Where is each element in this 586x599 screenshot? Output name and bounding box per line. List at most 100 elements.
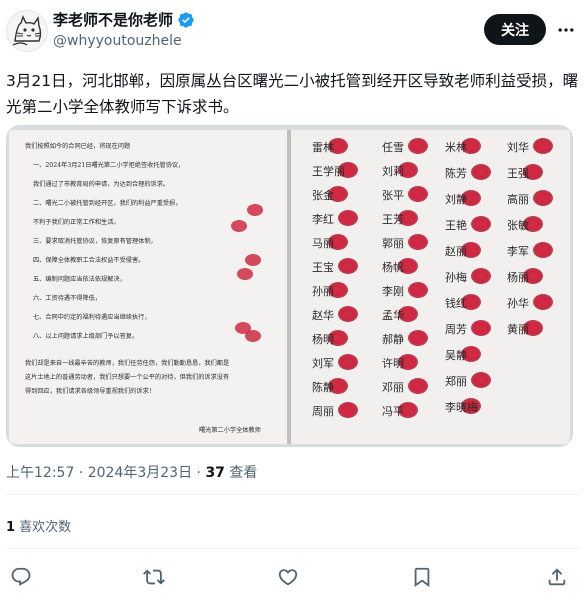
meta-separator-2: · [192,465,206,481]
fingerprint-mark [533,294,553,310]
fingerprint-mark [408,186,428,202]
signature-name: 吴静 [445,348,467,362]
fingerprint-mark [471,372,491,388]
signature-name: 张金 [312,188,334,202]
petition-line: 我们通过了市教育局的申请，为达到合理的诉求。 [33,180,169,188]
retweet-icon [143,569,165,585]
petition-photo: 我们按照如今的合同已经，将现在问题一、2024年3月21日曙光第二小学拒绝签收托… [7,126,572,446]
signature-name: 冯平 [382,405,404,418]
signature-name: 李刚 [382,284,404,298]
divider [6,494,580,495]
fingerprint-mark [247,204,263,216]
signature-name: 王艳 [445,218,467,232]
views-count: 37 [205,465,225,481]
author-handle[interactable]: @whyyoutouzhele [53,32,182,50]
tweet-date[interactable]: 2024年3月23日 [88,465,192,481]
more-options-button[interactable] [556,20,576,40]
signature-name: 孙华 [507,296,529,310]
share-button[interactable] [546,566,568,588]
fingerprint-mark [471,320,491,336]
fingerprint-mark [533,242,553,258]
signature-name: 周芳 [445,322,467,336]
signature-name: 王强 [507,167,529,180]
share-icon [548,568,566,586]
signature-name: 李晓梅 [445,400,478,414]
signature-name: 刘军 [312,357,334,370]
petition-line: 七、合同中约定的福利待遇应当继续执行， [33,313,151,321]
page-fold [287,130,291,444]
petition-line: 一、2024年3月21日曙光第二小学拒绝签收托管协议， [33,161,184,169]
signature-name: 陈静 [312,380,334,394]
petition-line: 六、工资待遇不得降低， [33,294,101,302]
petition-line: 四、保障全体教职工合法权益不受侵害。 [33,256,144,264]
fingerprint-mark [408,282,428,298]
fingerprint-mark [408,138,428,154]
meta-separator: · [74,465,88,481]
signature-name: 张平 [382,189,404,202]
signature-name: 刘华 [507,140,529,154]
tweet-header: 李老师不是你老师 @whyyoutouzhele 关注 [0,0,586,60]
signature-name: 张敏 [507,218,529,232]
signature-name: 黄丽 [507,322,529,336]
fingerprint-mark [471,216,491,232]
signature-name: 孙丽 [312,285,334,298]
fingerprint-mark [245,254,261,266]
signature-name: 王学丽 [312,164,345,178]
fingerprint-mark [237,268,253,280]
signature-name: 孟华 [382,308,404,322]
fingerprint-mark [245,330,261,342]
fingerprint-mark [408,234,428,250]
signature-name: 任雪 [382,141,404,154]
tweet-actions [0,560,586,594]
signature-name: 周丽 [312,405,334,418]
fingerprint-mark [533,190,553,206]
signature-name: 陈芳 [445,166,467,180]
fingerprint-mark [338,354,358,370]
like-button[interactable] [277,566,299,588]
signature-name: 郝静 [382,332,404,346]
reply-button[interactable] [10,566,32,588]
fingerprint-mark [471,164,491,180]
retweet-button[interactable] [143,566,165,588]
signature-name: 杨明 [312,332,334,346]
author-display-name[interactable]: 李老师不是你老师 [53,10,173,30]
petition-line: 三、要求取消托管协议，恢复原有管理体制， [33,237,157,245]
views-label: 查看 [224,465,258,481]
signature-name: 王宝 [312,260,334,274]
signature-name: 雷林 [312,140,334,154]
signature-name: 邓丽 [382,381,404,394]
tweet-timestamp: 上午12:57 · 2024年3月23日 · 37 查看 [6,462,257,482]
fingerprint-mark [533,138,553,154]
fingerprint-mark [338,402,358,418]
signature-name: 郑丽 [445,374,467,388]
fingerprint-mark [408,330,428,346]
divider [6,548,580,549]
petition-line: 五、编制问题应当依法依规解决， [33,275,126,283]
fingerprint-mark [231,220,247,232]
likes-label: 喜欢次数 [15,520,72,535]
follow-button[interactable]: 关注 [484,14,546,45]
cat-sketch-icon [12,15,42,46]
signature-name: 赵丽 [445,244,467,258]
fingerprint-mark [408,378,428,394]
likes-stat[interactable]: 1 喜欢次数 [6,516,71,535]
avatar[interactable] [6,10,48,52]
signature-name: 王芳 [382,212,404,226]
petition-line: 二、曙光二小被托管到经开区，我们的利益严重受损， [33,199,182,207]
fingerprint-mark [338,258,358,274]
petition-signature: 曙光第二小学全体教师 [199,426,261,434]
signature-name: 孙梅 [445,270,467,284]
signature-name: 郭丽 [382,237,404,250]
signature-name: 杨丽 [507,270,529,284]
author-name-row: 李老师不是你老师 [53,10,195,30]
tweet-photo[interactable]: 我们按照如今的合同已经，将现在问题 一、2024年3月21日曙光第二小学拒绝签收托… [6,125,573,447]
bookmark-button[interactable] [411,566,433,588]
bookmark-icon [414,567,430,588]
more-options-icon [558,28,574,32]
signature-name: 米林 [445,140,467,154]
signature-name: 高丽 [507,192,529,206]
tweet-time[interactable]: 上午12:57 [6,465,74,481]
petition-closing-line: 这片土地上的普通劳动者，我们只想要一个公平的对待，但我们的诉求没有 [25,373,229,381]
signature-name: 杨帆 [382,260,404,274]
fingerprint-mark [471,268,491,284]
